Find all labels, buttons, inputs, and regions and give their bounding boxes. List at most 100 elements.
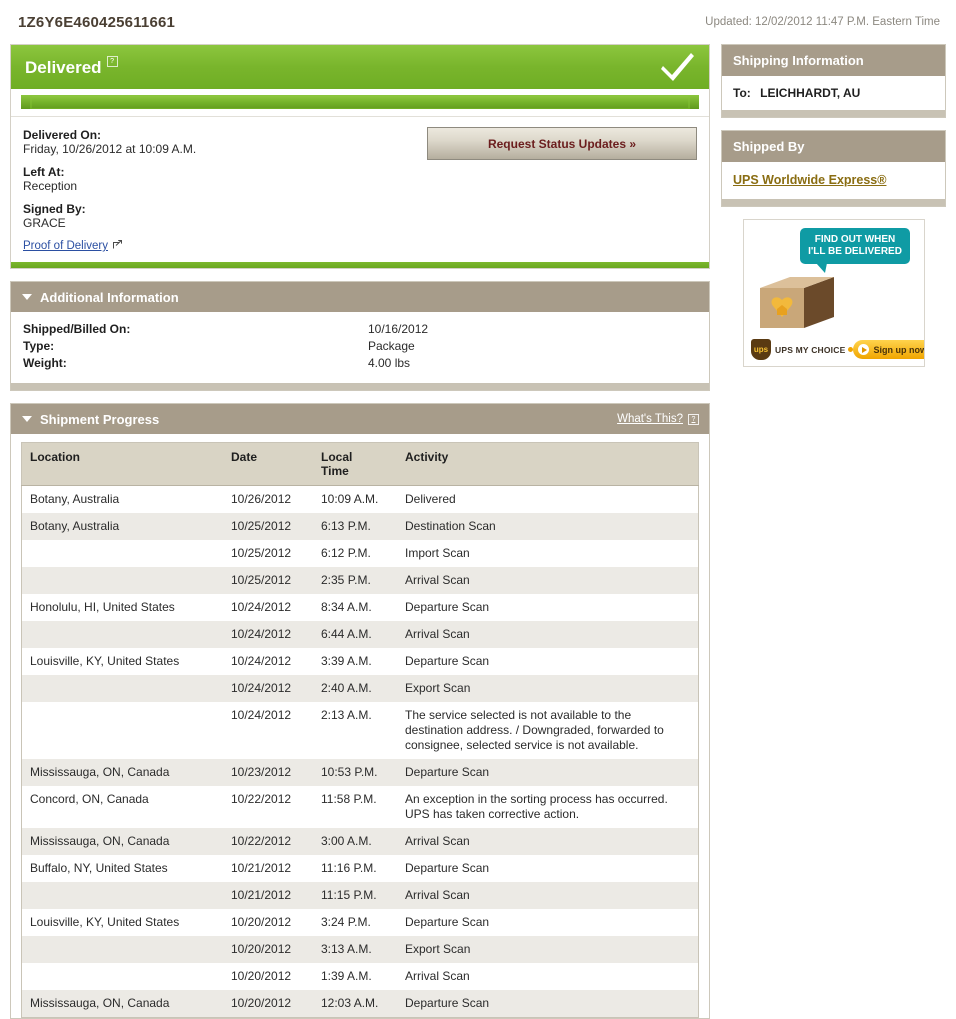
cell-date: 10/25/2012 [223, 540, 313, 567]
additional-information-body: Shipped/Billed On: 10/16/2012 Type: Pack… [11, 312, 709, 383]
cell-local-time: 6:12 P.M. [313, 540, 397, 567]
delivery-details-text: Delivered On: Friday, 10/26/2012 at 10:0… [23, 127, 196, 252]
ad-bubble-line-1: FIND OUT WHEN [814, 234, 896, 245]
request-status-updates-button[interactable]: Request Status Updates » [427, 127, 697, 160]
main-column: Delivered ? Delivered On: Friday, 10/26/… [10, 44, 710, 1019]
cell-location [21, 702, 223, 759]
cell-activity: Departure Scan [397, 909, 699, 936]
play-icon [858, 344, 870, 355]
page-body: Delivered ? Delivered On: Friday, 10/26/… [0, 44, 956, 1019]
cell-location [21, 540, 223, 567]
cell-date: 10/23/2012 [223, 759, 313, 786]
cell-location [21, 936, 223, 963]
ad-footer: ups UPS MY CHOICE Sign up now [744, 339, 924, 360]
cell-activity: Arrival Scan [397, 567, 699, 594]
cell-local-time: 6:13 P.M. [313, 513, 397, 540]
progress-bar-wrapper [11, 89, 709, 116]
shipment-progress-header[interactable]: Shipment Progress What's This? ? [11, 404, 709, 434]
cell-date: 10/20/2012 [223, 909, 313, 936]
cell-local-time: 11:15 P.M. [313, 882, 397, 909]
cell-activity: Arrival Scan [397, 621, 699, 648]
delivered-on-label: Delivered On: [23, 128, 102, 142]
cell-activity: The service selected is not available to… [397, 702, 699, 759]
ups-logo-icon: ups [751, 339, 771, 360]
cell-local-time: 2:13 A.M. [313, 702, 397, 759]
table-row: 10/24/2012 2:40 A.M. Export Scan [21, 675, 699, 702]
table-row: Botany, Australia 10/26/2012 10:09 A.M. Del… [21, 485, 699, 513]
package-box-icon [760, 274, 834, 328]
cell-activity: Export Scan [397, 936, 699, 963]
shipment-progress-table: Location Date Local Time Activity Botany,… [21, 442, 699, 1018]
weight-label: Weight: [23, 356, 67, 370]
ups-my-choice-ad[interactable]: FIND OUT WHEN I'LL BE DELIVERED ups UPS … [743, 219, 925, 367]
status-label: Delivered [25, 57, 102, 77]
cell-date: 10/24/2012 [223, 675, 313, 702]
table-row: Mississauga, ON, Canada 10/20/2012 12:03 A… [21, 990, 699, 1018]
cell-location: Mississauga, ON, Canada [21, 828, 223, 855]
cell-date: 10/24/2012 [223, 702, 313, 759]
cell-date: 10/26/2012 [223, 485, 313, 513]
cell-activity: Departure Scan [397, 648, 699, 675]
table-row: 10/25/2012 6:12 P.M. Import Scan [21, 540, 699, 567]
shipping-information-title: Shipping Information [722, 45, 945, 76]
shipping-information-footer [722, 110, 945, 117]
cell-date: 10/20/2012 [223, 936, 313, 963]
ad-signup-button[interactable]: Sign up now [853, 340, 924, 359]
cell-activity: Export Scan [397, 675, 699, 702]
table-row: Mississauga, ON, Canada 10/23/2012 10:53 P… [21, 759, 699, 786]
table-row: Concord, ON, Canada 10/22/2012 11:58 P.M. A… [21, 786, 699, 828]
proof-of-delivery-link[interactable]: Proof of Delivery [23, 240, 123, 252]
status-help-icon[interactable]: ? [106, 55, 118, 67]
cell-local-time: 3:13 A.M. [313, 936, 397, 963]
cell-activity: Delivered [397, 485, 699, 513]
shipped-billed-on-label: Shipped/Billed On: [23, 322, 131, 336]
cell-local-time: 3:24 P.M. [313, 909, 397, 936]
ship-to-value: LEICHHARDT, AU [760, 86, 861, 100]
additional-information-section: Additional Information Shipped/Billed On… [10, 281, 710, 391]
shipping-service-link[interactable]: UPS Worldwide Express® [733, 172, 886, 189]
cell-location: Concord, ON, Canada [21, 786, 223, 828]
progress-end-cap [690, 95, 699, 109]
shipped-by-title: Shipped By [722, 131, 945, 162]
table-row: Honolulu, HI, United States 10/24/2012 8:3… [21, 594, 699, 621]
whats-this-link[interactable]: What's This? ? [617, 413, 699, 425]
signed-by-label: Signed By: [23, 202, 86, 216]
type-value: Package [368, 339, 415, 353]
additional-information-row: Shipped/Billed On: 10/16/2012 [23, 321, 697, 338]
left-at-label: Left At: [23, 165, 65, 179]
page-header: 1Z6Y6E460425611661 Updated: 12/02/2012 1… [0, 0, 956, 44]
delivered-on-value: Friday, 10/26/2012 at 10:09 A.M. [23, 142, 197, 156]
last-updated-timestamp: Updated: 12/02/2012 11:47 P.M. Eastern T… [705, 16, 940, 28]
check-mark-icon [661, 52, 695, 82]
cell-date: 10/25/2012 [223, 513, 313, 540]
additional-information-header[interactable]: Additional Information [11, 282, 709, 312]
shipped-by-footer [722, 199, 945, 206]
shipped-by-body: UPS Worldwide Express® [722, 162, 945, 199]
cell-local-time: 10:53 P.M. [313, 759, 397, 786]
cell-local-time: 2:35 P.M. [313, 567, 397, 594]
cell-location [21, 621, 223, 648]
ad-brand-text: UPS MY CHOICE [775, 344, 846, 355]
cell-activity: Departure Scan [397, 855, 699, 882]
cell-location: Mississauga, ON, Canada [21, 990, 223, 1018]
table-row: 10/24/2012 2:13 A.M. The service selected … [21, 702, 699, 759]
cell-local-time: 3:39 A.M. [313, 648, 397, 675]
status-panel-footer [11, 262, 709, 268]
table-row: 10/20/2012 1:39 A.M. Arrival Scan [21, 963, 699, 990]
tracking-number: 1Z6Y6E460425611661 [18, 13, 176, 31]
cell-location: Mississauga, ON, Canada [21, 759, 223, 786]
table-head: Location Date Local Time Activity [21, 442, 699, 486]
ship-to-label: To: [733, 86, 751, 100]
column-header-location: Location [21, 442, 223, 486]
whats-this-label: What's This? [617, 413, 683, 425]
whats-this-help-icon: ? [688, 413, 699, 425]
cell-date: 10/21/2012 [223, 882, 313, 909]
table-row: Louisville, KY, United States 10/20/2012 3… [21, 909, 699, 936]
column-header-local-time: Local Time [313, 442, 397, 486]
signed-by-value: GRACE [23, 216, 66, 230]
cell-location: Botany, Australia [21, 485, 223, 513]
type-label: Type: [23, 339, 55, 353]
cell-location [21, 567, 223, 594]
proof-of-delivery-label: Proof of Delivery [23, 240, 109, 252]
cell-date: 10/22/2012 [223, 786, 313, 828]
